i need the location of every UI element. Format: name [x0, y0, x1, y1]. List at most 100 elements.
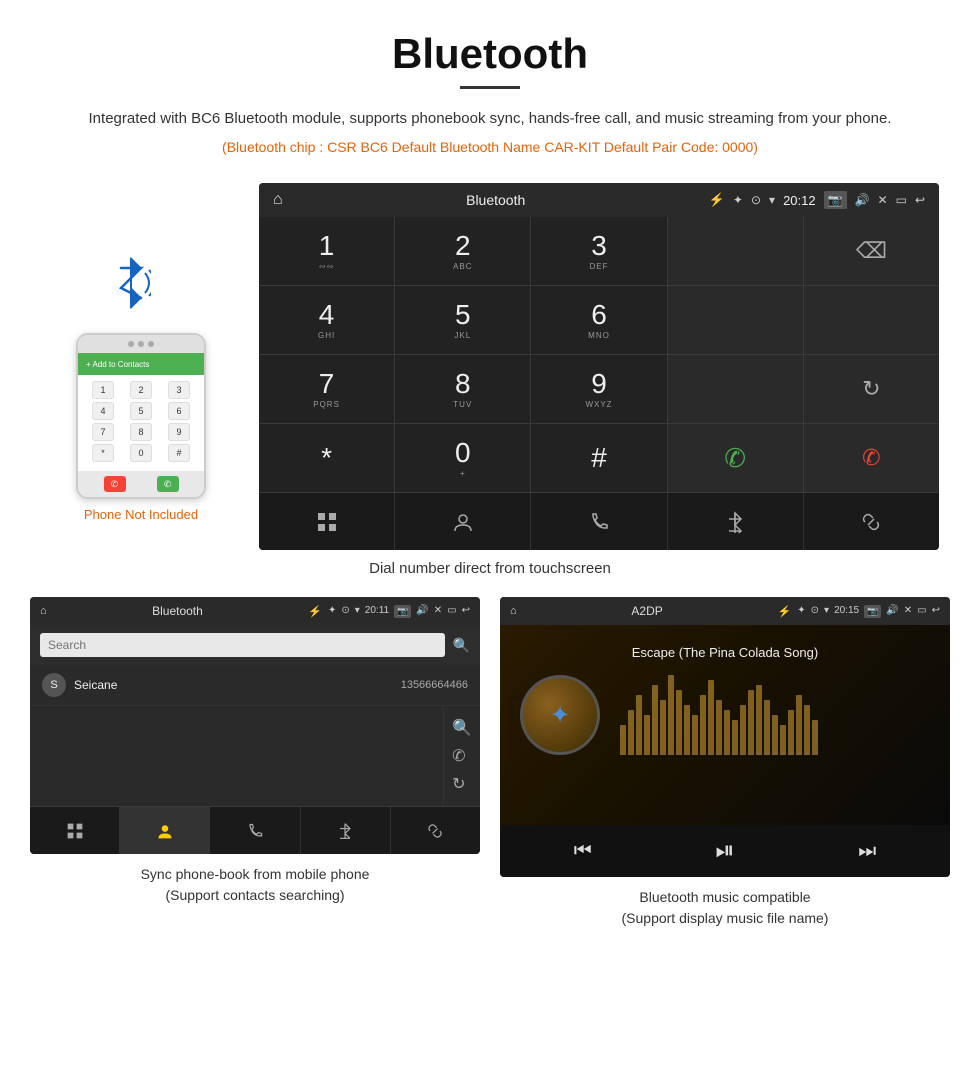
car-nav-contacts[interactable]	[395, 493, 531, 550]
car-key-hash[interactable]: #	[531, 424, 666, 492]
bluetooth-wave-illustration	[91, 243, 191, 323]
car-bottom-nav	[259, 492, 939, 550]
music-play-btn[interactable]: ⏯	[715, 837, 734, 865]
pb-side-phone-icon[interactable]: ✆	[452, 746, 472, 766]
music-time: 20:15	[834, 605, 859, 618]
music-status-bar: ⌂ A2DP ⚡ ✦ ⊙ ▾ 20:15 📷 🔊 ✕ ▭ ↩	[500, 597, 950, 625]
music-usb-icon: ⚡	[778, 605, 792, 618]
pb-search-input[interactable]	[40, 633, 445, 657]
dialpad-row: 1 2 3	[84, 381, 198, 399]
music-song-title: Escape (The Pina Colada Song)	[632, 645, 818, 660]
car-key-2[interactable]: 2 ABC	[395, 217, 530, 285]
person-icon	[452, 511, 474, 533]
pb-nav-bt[interactable]	[301, 807, 391, 854]
car-nav-phone[interactable]	[531, 493, 667, 550]
music-section: ⌂ A2DP ⚡ ✦ ⊙ ▾ 20:15 📷 🔊 ✕ ▭ ↩ Escape (T…	[500, 597, 950, 929]
music-next-btn[interactable]: ⏭	[858, 840, 876, 863]
eq-bar	[772, 715, 778, 755]
pb-home-icon: ⌂	[40, 605, 47, 617]
music-prev-btn[interactable]: ⏮	[574, 840, 592, 863]
key-sub: MNO	[588, 331, 610, 340]
key-num: 9	[591, 370, 607, 398]
pb-nav-phone[interactable]	[210, 807, 300, 854]
pb-bt-icon	[336, 822, 354, 840]
car-key-call-green[interactable]: ✆	[668, 424, 803, 492]
pb-loc-icon: ⊙	[341, 605, 349, 618]
music-status-icons: ✦ ⊙ ▾ 20:15 📷 🔊 ✕ ▭ ↩	[797, 605, 940, 618]
call-red-icon: ✆	[862, 445, 880, 471]
home-icon: ⌂	[273, 191, 283, 209]
pb-side-reload-icon[interactable]: ↻	[452, 774, 472, 794]
bluetooth-nav-icon	[724, 511, 746, 533]
pb-contact-row[interactable]: S Seicane 13566664466	[30, 665, 480, 706]
car-key-3[interactable]: 3 DEF	[531, 217, 666, 285]
car-key-empty-1	[668, 217, 803, 285]
car-key-backspace[interactable]: ⌫	[804, 217, 939, 285]
car-key-9[interactable]: 9 WXYZ	[531, 355, 666, 423]
pb-cam-icon: 📷	[394, 605, 411, 618]
pb-search-icon[interactable]: 🔍	[453, 637, 470, 654]
key-num: 3	[591, 232, 607, 260]
car-nav-bluetooth[interactable]	[668, 493, 804, 550]
eq-bar	[756, 685, 762, 755]
key-num: 5	[455, 301, 471, 329]
pb-nav-link[interactable]	[391, 807, 480, 854]
pb-side-search-icon[interactable]: 🔍	[452, 718, 472, 738]
pb-nav-person[interactable]	[120, 807, 210, 854]
phone-key-7: 7	[92, 423, 114, 441]
pb-nav-grid[interactable]	[30, 807, 120, 854]
phone-end-btn: ✆	[104, 476, 126, 492]
car-key-1[interactable]: 1 ∾∾	[259, 217, 394, 285]
music-x-icon: ✕	[904, 605, 912, 618]
eq-bar	[812, 720, 818, 755]
dialpad-row: 4 5 6	[84, 402, 198, 420]
music-album-art: ✦	[520, 675, 600, 755]
pb-side-icons: 🔍 ✆ ↻	[443, 706, 480, 806]
pb-vol-icon: 🔊	[416, 605, 428, 618]
key-num: 2	[455, 232, 471, 260]
pb-x-icon: ✕	[434, 605, 442, 618]
eq-bar	[628, 710, 634, 755]
pb-contact-name: Seicane	[74, 678, 401, 692]
eq-bar	[740, 705, 746, 755]
car-key-0[interactable]: 0 +	[395, 424, 530, 492]
phone-key-0: 0	[130, 444, 152, 462]
car-key-call-red[interactable]: ✆	[804, 424, 939, 492]
key-num: 6	[591, 301, 607, 329]
phone-key-hash: #	[168, 444, 190, 462]
key-sub: +	[460, 469, 466, 478]
main-screenshot-row: + Add to Contacts 1 2 3 4 5 6 7 8 9	[0, 183, 980, 550]
pb-bottom-nav	[30, 806, 480, 854]
key-sub: ∾∾	[319, 262, 334, 271]
key-sub: JKL	[454, 331, 471, 340]
music-bt-icon: ✦	[797, 605, 805, 618]
car-key-reload[interactable]: ↻	[804, 355, 939, 423]
phone-illustration: + Add to Contacts 1 2 3 4 5 6 7 8 9	[41, 243, 241, 522]
pb-status-bar: ⌂ Bluetooth ⚡ ✦ ⊙ ▾ 20:11 📷 🔊 ✕ ▭ ↩	[30, 597, 480, 625]
car-key-6[interactable]: 6 MNO	[531, 286, 666, 354]
phone-key-8: 8	[130, 423, 152, 441]
music-caption: Bluetooth music compatible (Support disp…	[500, 887, 950, 929]
car-key-star[interactable]: *	[259, 424, 394, 492]
car-key-7[interactable]: 7 PQRS	[259, 355, 394, 423]
phonebook-section: ⌂ Bluetooth ⚡ ✦ ⊙ ▾ 20:11 📷 🔊 ✕ ▭ ↩	[30, 597, 480, 929]
music-back-icon: ↩	[932, 605, 940, 618]
car-nav-link[interactable]	[804, 493, 939, 550]
main-caption: Dial number direct from touchscreen	[0, 560, 980, 577]
phone-key-5: 5	[130, 402, 152, 420]
car-dialpad-grid: 1 ∾∾ 2 ABC 3 DEF ⌫ 4 GHI 5 JKL	[259, 217, 939, 492]
music-equalizer	[620, 675, 930, 755]
car-key-5[interactable]: 5 JKL	[395, 286, 530, 354]
car-nav-grid[interactable]	[259, 493, 395, 550]
car-key-8[interactable]: 8 TUV	[395, 355, 530, 423]
car-key-4[interactable]: 4 GHI	[259, 286, 394, 354]
eq-bar	[684, 705, 690, 755]
page-header: Bluetooth Integrated with BC6 Bluetooth …	[0, 0, 980, 183]
title-underline	[460, 86, 520, 89]
phone-bar-label: + Add to Contacts	[86, 360, 149, 369]
music-vol-icon: 🔊	[886, 605, 898, 618]
page-specs: (Bluetooth chip : CSR BC6 Default Blueto…	[60, 139, 920, 155]
key-sub: ABC	[453, 262, 472, 271]
phone-key-9: 9	[168, 423, 190, 441]
phone-dialpad: 1 2 3 4 5 6 7 8 9 * 0 #	[78, 375, 204, 471]
